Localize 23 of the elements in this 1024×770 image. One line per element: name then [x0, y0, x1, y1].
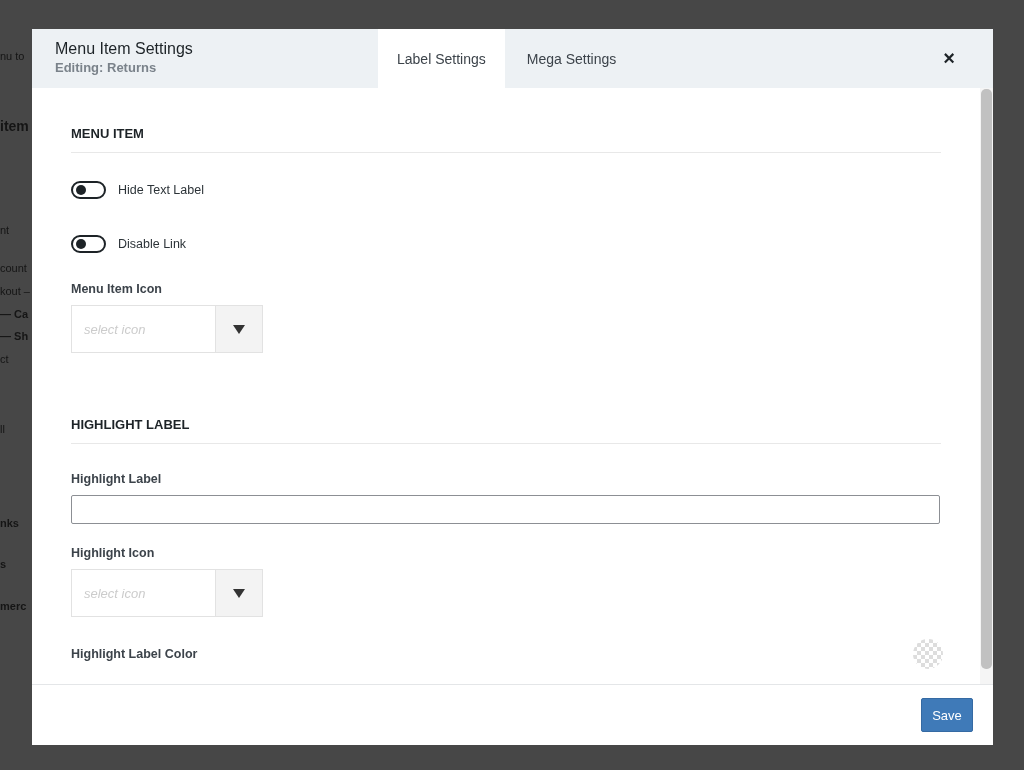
tab[interactable]: Label Settings [378, 29, 505, 88]
toggle-switch[interactable] [71, 235, 106, 253]
save-button[interactable]: Save [921, 698, 973, 732]
field-label: Menu Item Icon [71, 282, 163, 296]
scrollbar-thumb[interactable] [981, 89, 992, 669]
dropdown-button[interactable] [215, 570, 262, 616]
section-heading: MENU ITEM [71, 126, 941, 153]
field-label: Highlight Label [71, 472, 163, 486]
text-field[interactable] [71, 495, 940, 524]
field-label: Highlight Icon [71, 546, 156, 560]
toggle-switch[interactable] [71, 181, 106, 199]
caret-icon [233, 324, 245, 334]
tab[interactable]: Mega Settings [507, 29, 636, 88]
color-swatch[interactable] [913, 639, 943, 669]
caret-icon [233, 588, 245, 598]
dialog-subtitle: Editing: Returns [55, 60, 158, 75]
toggle-label: Hide Text Label [118, 183, 204, 197]
dialog-title: Menu Item Settings [55, 40, 194, 58]
dropdown-button[interactable] [215, 306, 262, 352]
close-button[interactable]: × [924, 29, 974, 88]
toggle-label: Disable Link [118, 237, 187, 251]
section-heading: HIGHLIGHT LABEL [71, 417, 941, 444]
field-label: Highlight Label Color [71, 647, 198, 661]
